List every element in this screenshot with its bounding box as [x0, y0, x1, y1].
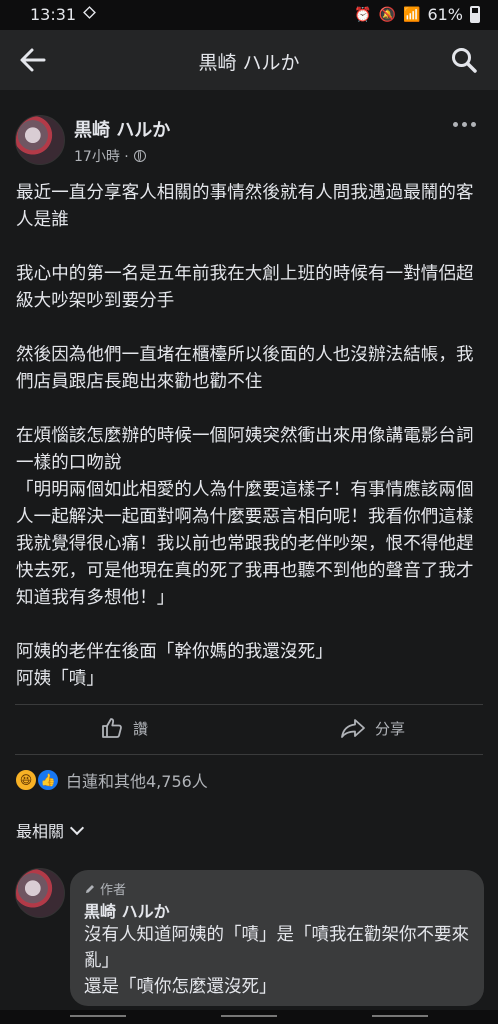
page-title: 黒崎 ハルか	[198, 52, 300, 74]
share-icon	[341, 719, 365, 738]
divider	[15, 754, 483, 755]
post-text: 最近一直分享客人相關的事情然後就有人問我遇過最鬧的客人是誰 我心中的第一名是五年…	[16, 183, 474, 689]
thumbs-up-icon	[102, 718, 122, 738]
share-label: 分享	[375, 719, 406, 738]
battery-icon	[470, 6, 480, 23]
chevron-down-icon	[69, 820, 85, 836]
nav-back[interactable]	[372, 1015, 428, 1017]
more-options-icon[interactable]	[453, 122, 476, 127]
globe-icon	[133, 150, 146, 162]
nav-home[interactable]	[221, 1015, 277, 1017]
reaction-count: 白蓮和其他4,756人	[66, 772, 208, 791]
haha-reaction-icon: 😆	[14, 768, 38, 792]
status-bar: 13:31 ⏰ 🔕 📶 61%	[0, 0, 498, 30]
sort-label: 最相關	[16, 822, 65, 841]
reaction-summary[interactable]: 😆 👍 白蓮和其他4,756人	[14, 768, 208, 792]
like-button[interactable]: 讚	[100, 716, 148, 740]
nav-recents[interactable]	[70, 1015, 126, 1017]
comment-bubble[interactable]: 作者 黒崎 ハルか 沒有人知道阿姨的「嘖」是「嘖我在勸架你不要來亂」 還是「嘖你…	[70, 870, 484, 1006]
comment-author[interactable]: 黒崎 ハルか	[84, 898, 170, 922]
like-label: 讚	[133, 719, 149, 738]
author-badge-label: 作者	[100, 883, 127, 898]
post-time[interactable]: 17小時 ·	[74, 146, 129, 166]
system-nav-bar	[0, 1010, 498, 1024]
post-actions: 讚 分享	[0, 704, 498, 754]
like-reaction-icon: 👍	[36, 768, 60, 792]
post-author[interactable]: 黒崎 ハルか	[74, 116, 170, 142]
post-meta: 17小時 ·	[74, 146, 146, 166]
status-time: 13:31	[30, 5, 77, 24]
search-icon[interactable]	[450, 46, 478, 74]
comment-sort-dropdown[interactable]: 最相關	[16, 818, 85, 842]
battery-percent: 61%	[427, 5, 463, 24]
pencil-icon	[86, 884, 94, 893]
author-avatar[interactable]	[15, 115, 65, 165]
wifi-icon: 📶	[403, 6, 421, 23]
app-bar: 黒崎 ハルか	[0, 30, 498, 90]
comment-text: 沒有人知道阿姨的「嘖」是「嘖我在勸架你不要來亂」 還是「嘖你怎麼還沒死」	[84, 925, 469, 997]
status-icons: ⏰ 🔕 📶 61%	[354, 5, 480, 24]
author-badge: 作者	[84, 879, 126, 898]
share-button[interactable]: 分享	[340, 716, 405, 740]
location-icon	[83, 6, 96, 19]
mute-icon: 🔕	[378, 6, 396, 23]
alarm-icon: ⏰	[354, 6, 372, 23]
commenter-avatar[interactable]	[15, 868, 65, 918]
